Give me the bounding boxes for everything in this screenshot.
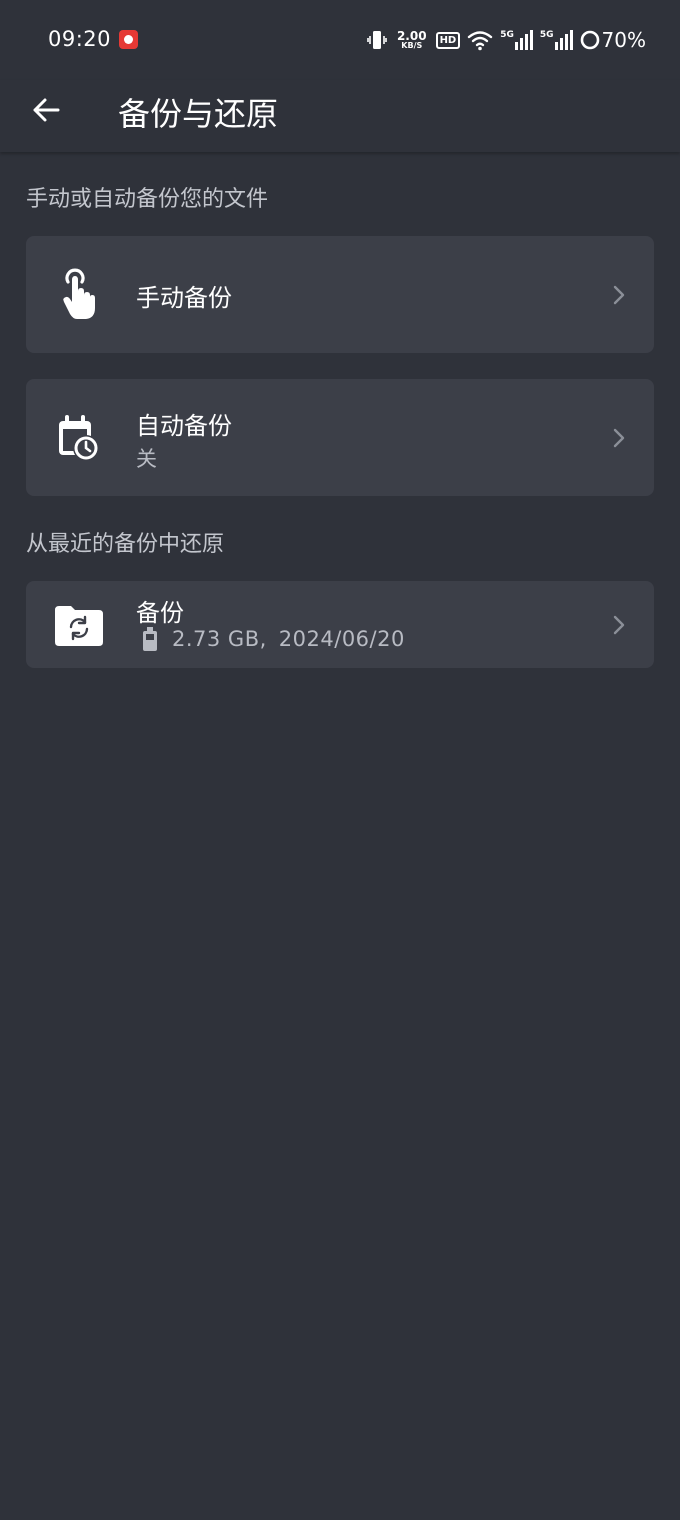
- back-button[interactable]: [24, 88, 68, 132]
- sim1-signal: 5G: [500, 30, 533, 50]
- vibrate-icon: [367, 31, 387, 49]
- auto-backup-item[interactable]: 自动备份 关: [26, 379, 654, 496]
- battery-percent: 70%: [601, 28, 646, 52]
- manual-backup-title: 手动备份: [136, 284, 232, 312]
- status-bar: 09:20 2.00 KB/S HD 5G 5G 70%: [0, 0, 680, 80]
- chevron-right-icon: [613, 428, 625, 448]
- auto-backup-title: 自动备份: [136, 412, 232, 440]
- status-time: 09:20: [48, 27, 112, 51]
- network-speed: 2.00 KB/S: [397, 30, 427, 50]
- signal-bars-icon: [514, 30, 533, 50]
- section-header-restore: 从最近的备份中还原: [26, 532, 225, 557]
- backup-record-meta: 2.73 GB, 2024/06/20: [142, 626, 405, 652]
- calendar-clock-icon: [54, 410, 102, 466]
- sim1-network-type: 5G: [500, 30, 514, 40]
- signal-bars-icon: [554, 30, 573, 50]
- network-speed-unit: KB/S: [401, 41, 423, 50]
- auto-backup-status: 关: [136, 447, 157, 471]
- status-icons: 2.00 KB/S HD 5G 5G 70%: [366, 26, 646, 54]
- backup-record-item[interactable]: 备份 2.73 GB, 2024/06/20: [26, 581, 654, 668]
- backup-date: 2024/06/20: [278, 627, 405, 651]
- manual-backup-item[interactable]: 手动备份: [26, 236, 654, 353]
- sim2-network-type: 5G: [539, 30, 554, 40]
- wifi-icon: [468, 31, 493, 51]
- back-arrow-icon: [33, 98, 60, 122]
- sim2-signal: 5G: [540, 30, 573, 50]
- backup-size: 2.73 GB,: [172, 627, 267, 651]
- page-title: 备份与还原: [118, 95, 279, 133]
- battery-ring-icon: [580, 30, 599, 50]
- folder-sync-icon: [53, 597, 105, 653]
- app-notification-icon: [119, 30, 138, 49]
- backup-record-title: 备份: [136, 599, 184, 627]
- touch-hand-icon: [54, 266, 102, 322]
- section-header-backup: 手动或自动备份您的文件: [26, 187, 269, 212]
- phone-storage-icon: [143, 627, 157, 651]
- app-bar: 备份与还原: [0, 80, 680, 152]
- chevron-right-icon: [613, 615, 625, 635]
- chevron-right-icon: [613, 285, 625, 305]
- hd-voice-badge: HD: [435, 31, 461, 49]
